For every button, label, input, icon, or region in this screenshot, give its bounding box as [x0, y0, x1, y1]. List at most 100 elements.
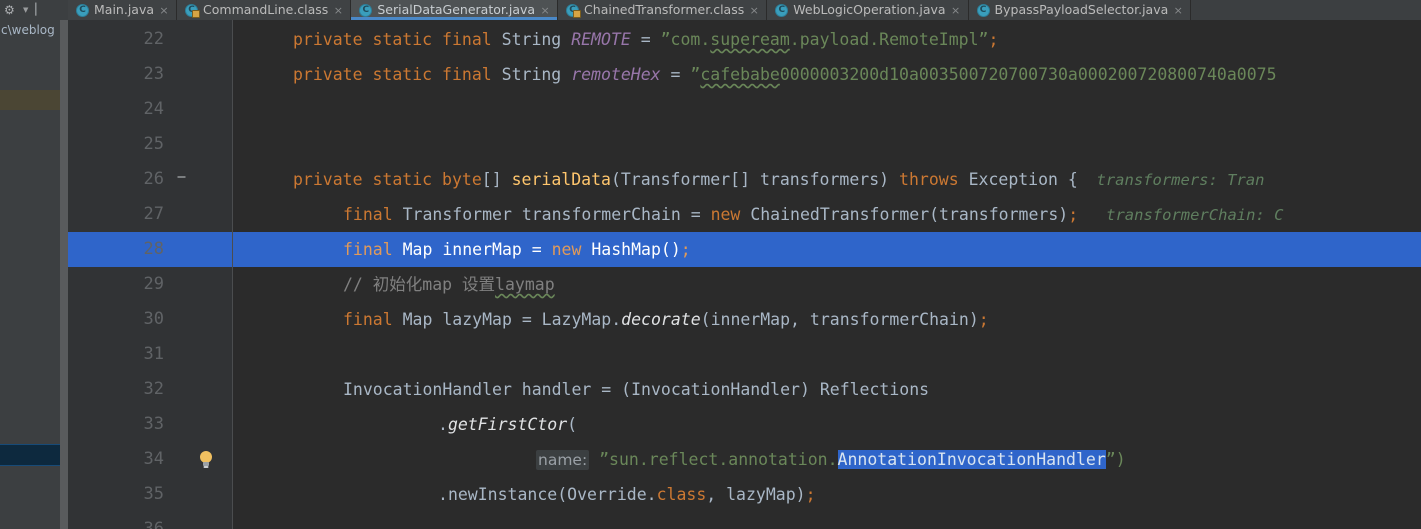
code-editor[interactable]: 22 23 24 25 26 27 28 29 30 31 32 33 34 35 36 private s…	[68, 20, 1421, 529]
code-line-text: .getFirstCtor(	[438, 407, 577, 442]
chevron-down-icon[interactable]: ▼	[23, 4, 28, 17]
code-token: transformerChain: C	[1078, 206, 1284, 224]
gutter-icon-row	[170, 197, 233, 232]
project-tree-row-highlighted[interactable]	[0, 90, 60, 110]
gutter-icon-row	[170, 57, 233, 92]
gutter-icon-row	[170, 407, 233, 442]
code-token: static	[372, 65, 443, 84]
gutter-icon-row	[170, 337, 233, 372]
editor-tab-4[interactable]: WebLogicOperation.java ×	[767, 0, 969, 20]
code-line[interactable]: private static byte[] serialData(Transfo…	[233, 162, 1421, 197]
code-token: private	[293, 30, 373, 49]
code-line[interactable]: final Map innerMap = new HashMap();	[233, 232, 1421, 267]
gutter-row: 36	[68, 512, 170, 529]
code-token: .payload.RemoteImpl”	[789, 30, 989, 49]
code-token: supeream	[710, 30, 790, 49]
tab-label: Main.java	[94, 2, 155, 17]
code-token: ”	[690, 65, 701, 84]
gutter-icon-row	[170, 232, 233, 267]
gear-icon[interactable]: ⚙	[4, 3, 17, 17]
code-line[interactable]	[233, 337, 1421, 372]
line-number: 29	[143, 274, 164, 294]
code-token: static	[372, 30, 443, 49]
line-number: 35	[143, 484, 164, 504]
code-token: private	[293, 170, 373, 189]
close-icon[interactable]: ×	[951, 5, 961, 16]
code-token: InvocationHandler handler = (InvocationH…	[343, 380, 930, 399]
intention-bulb-icon[interactable]	[198, 450, 214, 469]
code-token: String	[501, 65, 572, 84]
editor-tab-1[interactable]: CommandLine.class ×	[177, 0, 352, 20]
close-icon[interactable]: ×	[540, 5, 550, 16]
tab-label: BypassPayloadSelector.java	[994, 2, 1169, 17]
gutter-icon-column[interactable]	[170, 20, 233, 529]
code-token: (	[567, 415, 578, 434]
project-tree[interactable]	[0, 40, 68, 529]
line-number: 27	[143, 204, 164, 224]
code-line[interactable]: final Transformer transformerChain = new…	[233, 197, 1421, 232]
code-token: laymap	[495, 275, 555, 294]
project-tool-window: ⚙ ▼ ⎢ c\weblog	[0, 0, 68, 529]
editor-tab-2[interactable]: SerialDataGenerator.java ×	[351, 0, 559, 20]
gutter-row: 29	[68, 267, 170, 302]
code-token: static	[372, 170, 443, 189]
java-class-icon	[566, 3, 582, 18]
close-icon[interactable]: ×	[749, 5, 759, 16]
code-token: []	[481, 170, 512, 189]
line-number: 30	[143, 309, 164, 329]
code-token: // 初始化map 设置	[343, 275, 496, 294]
close-icon[interactable]: ×	[333, 5, 343, 16]
editor-tab-3[interactable]: ChainedTransformer.class ×	[558, 0, 768, 20]
code-token: (Transformer[] transformers)	[610, 170, 900, 189]
code-token: ChainedTransformer(transformers)	[750, 205, 1069, 224]
editor-tab-5[interactable]: BypassPayloadSelector.java ×	[968, 0, 1192, 20]
code-line-text: // 初始化map 设置laymap	[343, 267, 555, 302]
code-line-text: final Map lazyMap = LazyMap.decorate(inn…	[343, 302, 989, 337]
line-number: 36	[143, 519, 164, 529]
code-line[interactable]: private static final String remoteHex = …	[233, 57, 1421, 92]
code-token: final	[442, 65, 502, 84]
gutter-row: 27	[68, 197, 170, 232]
code-line[interactable]	[233, 92, 1421, 127]
code-line[interactable]	[233, 127, 1421, 162]
gutter-icon-row	[170, 442, 233, 477]
code-line-text: private static final String remoteHex = …	[293, 57, 1277, 92]
code-line-text: final Transformer transformerChain = new…	[343, 197, 1283, 232]
code-line[interactable]: .getFirstCtor(	[233, 407, 1421, 442]
gutter-row: 25	[68, 127, 170, 162]
code-content[interactable]: private static final String REMOTE = ”co…	[233, 20, 1421, 529]
code-line[interactable]: InvocationHandler handler = (InvocationH…	[233, 372, 1421, 407]
code-line[interactable]	[233, 512, 1421, 529]
code-token: remoteHex	[571, 65, 661, 84]
gutter-icon-row	[170, 267, 233, 302]
java-class-icon	[185, 3, 201, 18]
code-line[interactable]: private static final String REMOTE = ”co…	[233, 22, 1421, 57]
project-tree-row-selected[interactable]	[0, 444, 60, 466]
code-line[interactable]: name: ”sun.reflect.annotation.Annotation…	[233, 442, 1421, 477]
tab-label: ChainedTransformer.class	[584, 2, 745, 17]
close-icon[interactable]: ×	[1173, 5, 1183, 16]
gutter-row: 33	[68, 407, 170, 442]
code-token: , lazyMap)	[706, 485, 806, 504]
code-token: final	[343, 205, 403, 224]
code-token: Exception {	[968, 170, 1078, 189]
code-token: 0000003200d10a003500720700730a0002007208…	[779, 65, 1277, 84]
code-line[interactable]: .newInstance(Override.class, lazyMap);	[233, 477, 1421, 512]
close-icon[interactable]: ×	[159, 5, 169, 16]
code-line[interactable]: final Map lazyMap = LazyMap.decorate(inn…	[233, 302, 1421, 337]
gutter-row: 30	[68, 302, 170, 337]
code-line[interactable]: // 初始化map 设置laymap	[233, 267, 1421, 302]
code-token: newInstance	[447, 485, 558, 504]
code-token: new	[551, 240, 592, 259]
code-line-text: final Map innerMap = new HashMap();	[343, 232, 691, 267]
hide-panel-icon[interactable]: ⎢	[34, 4, 43, 16]
java-class-icon	[976, 3, 990, 17]
panel-splitter[interactable]	[60, 20, 68, 529]
editor-tab-0[interactable]: Main.java ×	[68, 0, 178, 20]
code-fold-collapse-icon[interactable]	[173, 170, 190, 189]
code-token: name:	[536, 450, 590, 470]
tab-label: SerialDataGenerator.java	[377, 2, 536, 17]
code-token: =	[660, 65, 691, 84]
gutter-icon-row	[170, 127, 233, 162]
line-number: 32	[143, 379, 164, 399]
